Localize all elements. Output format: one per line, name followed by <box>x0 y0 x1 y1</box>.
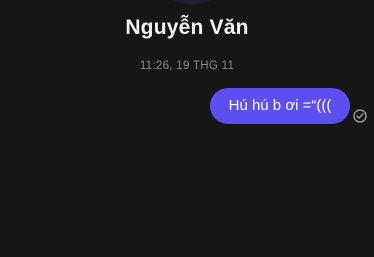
message-timestamp: 11:26, 19 THG 11 <box>139 60 235 72</box>
contact-avatar[interactable] <box>162 0 222 4</box>
contact-name[interactable]: Nguyễn Văn <box>0 16 374 40</box>
chat-screen: Nguyễn Văn 11:26, 19 THG 11 Hú hú b ơi =… <box>0 0 374 257</box>
check-circle-icon <box>353 109 367 123</box>
outgoing-message-bubble[interactable]: Hú hú b ơi =“((( <box>210 88 350 124</box>
